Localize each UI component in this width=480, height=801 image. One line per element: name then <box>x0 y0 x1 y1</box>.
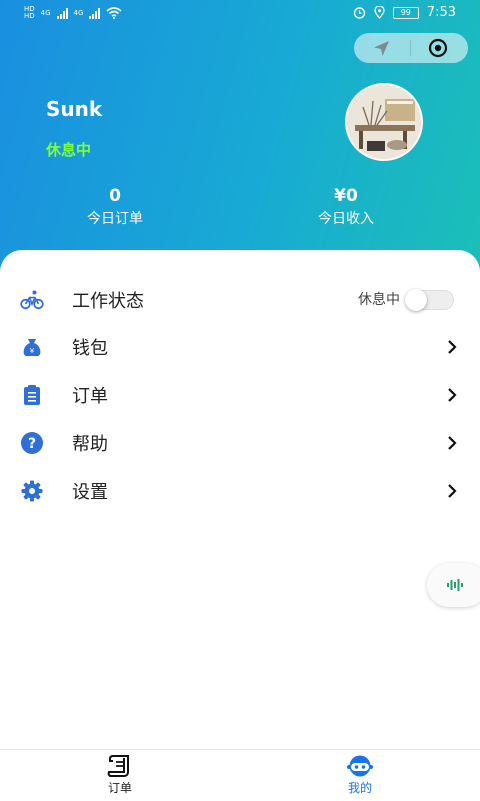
tab-orders-label: 订单 <box>107 781 132 795</box>
orders-label: 订单 <box>72 386 108 407</box>
today-income-stat: ¥0 今日收入 <box>286 186 406 228</box>
settings-label: 设置 <box>72 482 108 503</box>
bottom-tab-bar: 订单 我的 <box>0 749 480 801</box>
chevron-right-icon <box>448 436 457 450</box>
wifi-icon <box>106 7 122 19</box>
sim-badges: HD HD <box>24 5 35 20</box>
menu-item-settings[interactable]: 设置 <box>0 469 480 513</box>
gear-icon <box>21 480 43 502</box>
status-bar: HD HD 4G 4G 99 7:53 <box>0 0 480 26</box>
menu-item-help[interactable]: ? 帮助 <box>0 421 480 465</box>
today-orders-stat: 0 今日订单 <box>55 186 175 228</box>
today-income-amount: ¥0 <box>334 186 358 206</box>
avatar-image <box>347 85 421 159</box>
menu-sheet: 工作状态 休息中 ¥ 钱包 订单 ? 帮助 设置 <box>0 250 480 800</box>
capsule-divider <box>410 40 411 56</box>
eye-icon[interactable] <box>428 38 448 58</box>
today-income-label: 今日收入 <box>318 211 374 227</box>
location-pin-icon <box>374 6 385 19</box>
profile-header: HD HD 4G 4G 99 7:53 Sunk 休息中 0 今日订单 ¥0 今… <box>0 0 480 275</box>
network-label-1: 4G <box>40 8 51 17</box>
work-status-toggle-text: 休息中 <box>358 292 400 308</box>
svg-text:¥: ¥ <box>30 347 35 355</box>
today-orders-label: 今日订单 <box>87 211 143 227</box>
money-bag-icon: ¥ <box>23 339 41 356</box>
wallet-label: 钱包 <box>72 338 108 359</box>
chevron-right-icon <box>448 340 457 354</box>
status-time: 7:53 <box>426 5 456 20</box>
sound-wave-icon <box>447 579 463 591</box>
question-icon: ? <box>21 432 43 454</box>
svg-text:?: ? <box>28 436 36 452</box>
battery-icon: 99 <box>392 6 419 19</box>
menu-item-orders[interactable]: 订单 <box>0 373 480 417</box>
network-label-2: 4G <box>73 8 84 17</box>
help-label: 帮助 <box>72 434 108 455</box>
work-status-toggle[interactable] <box>405 289 454 311</box>
bicycle-icon <box>20 290 44 310</box>
status-right: 99 7:53 <box>353 5 456 20</box>
tab-orders[interactable]: 订单 <box>80 754 160 796</box>
status-left: HD HD 4G 4G <box>24 6 122 20</box>
menu-item-wallet[interactable]: ¥ 钱包 <box>0 325 480 369</box>
avatar[interactable] <box>345 83 423 161</box>
tab-mine[interactable]: 我的 <box>320 754 400 796</box>
toggle-knob <box>405 289 427 311</box>
navigation-arrow-icon[interactable] <box>373 40 390 57</box>
user-name: Sunk <box>46 97 103 121</box>
robot-face-icon <box>347 755 373 777</box>
voice-float-button[interactable] <box>427 563 480 607</box>
work-status-label: 工作状态 <box>72 291 144 312</box>
mini-program-capsule <box>354 33 468 63</box>
chevron-right-icon <box>448 484 457 498</box>
menu-item-work-status: 工作状态 休息中 <box>0 278 480 322</box>
tab-mine-label: 我的 <box>347 781 372 795</box>
chevron-right-icon <box>448 388 457 402</box>
alarm-icon <box>353 7 365 19</box>
clipboard-icon <box>24 385 40 405</box>
rider-status-text: 休息中 <box>46 141 92 159</box>
signal-icon-2 <box>89 7 101 19</box>
today-orders-count: 0 <box>109 186 121 206</box>
signal-icon <box>56 7 68 19</box>
receipt-icon <box>107 755 129 777</box>
